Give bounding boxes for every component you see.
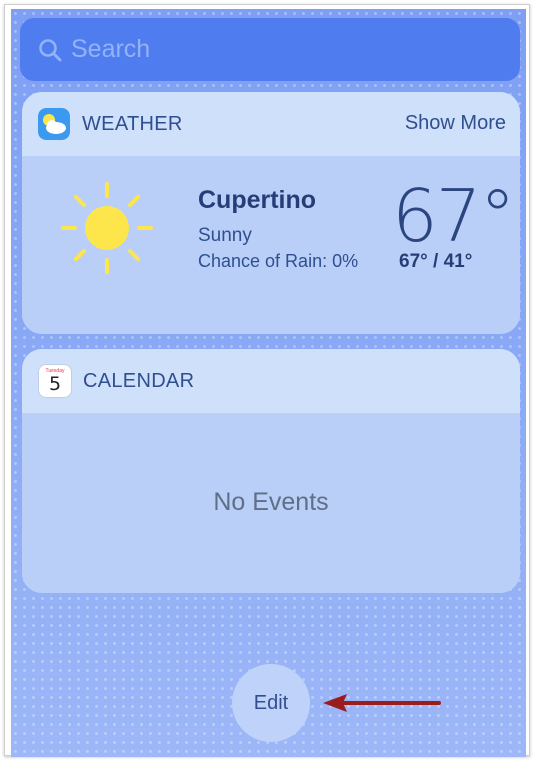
search-bar[interactable] [20,18,520,81]
rain-chance: Chance of Rain: 0% [198,251,359,271]
weather-app-icon [38,108,70,140]
show-more-link[interactable]: Show More [405,112,506,135]
calendar-widget[interactable]: Tuesday 5 CALENDAR No Events [22,349,520,593]
weather-condition: Sunny [198,225,252,246]
sun-icon [61,182,153,274]
weather-widget[interactable]: WEATHER Show More Cupertino Sunny Chance… [22,92,520,334]
weather-header: WEATHER Show More [22,92,520,156]
search-input[interactable] [71,35,491,64]
weather-body: Cupertino Sunny Chance of Rain: 0% 67° 6… [22,156,520,334]
weather-title: WEATHER [82,112,183,135]
calendar-icon-day: 5 [48,373,62,395]
calendar-title: CALENDAR [83,369,195,392]
high-low-temperature: 67° / 41° [399,251,473,272]
today-view: WEATHER Show More Cupertino Sunny Cha [11,9,526,757]
calendar-body: No Events [22,413,520,593]
no-events-message: No Events [213,488,329,516]
calendar-header: Tuesday 5 CALENDAR [22,349,520,413]
calendar-app-icon: Tuesday 5 [39,365,71,397]
search-icon [39,38,62,61]
annotation-arrow-icon [323,694,441,712]
current-temperature: 67° [392,174,516,258]
city-name: Cupertino [198,186,317,214]
edit-button[interactable]: Edit [232,664,310,742]
